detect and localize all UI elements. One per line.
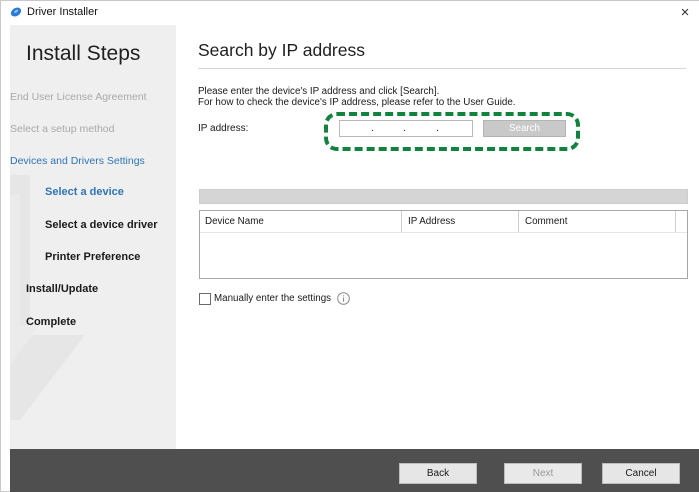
step-complete: Complete	[26, 316, 77, 328]
header-rule	[200, 232, 687, 233]
title-divider	[198, 68, 686, 69]
step-printer-preference: Printer Preference	[45, 251, 141, 263]
close-icon: ×	[680, 4, 690, 21]
column-divider	[675, 211, 676, 232]
step-select-device: Select a device	[45, 186, 124, 198]
manual-settings-checkbox[interactable]	[199, 293, 211, 305]
column-header-device-name[interactable]: Device Name	[205, 216, 264, 227]
search-progress-bar	[199, 189, 688, 204]
cancel-button[interactable]: Cancel	[602, 463, 680, 484]
column-header-ip-address[interactable]: IP Address	[408, 216, 455, 227]
column-header-comment[interactable]: Comment	[525, 216, 567, 227]
column-divider	[401, 211, 402, 232]
sidebar-title: Install Steps	[26, 42, 141, 65]
step-eula: End User License Agreement	[10, 91, 147, 103]
page-title: Search by IP address	[198, 40, 365, 60]
ip-search-highlight	[324, 112, 580, 151]
back-button[interactable]: Back	[399, 463, 477, 484]
close-button[interactable]: ×	[673, 2, 697, 24]
step-setup-method: Select a setup method	[10, 123, 115, 135]
step-devices-drivers: Devices and Drivers Settings	[10, 155, 145, 167]
window-title: Driver Installer	[27, 6, 98, 18]
step-install-update: Install/Update	[26, 283, 99, 295]
install-steps-sidebar: Install Steps End User License Agreement…	[10, 25, 176, 449]
instruction-line-1: Please enter the device's IP address and…	[198, 86, 440, 97]
driver-installer-window: Driver Installer × Install Steps End Use…	[0, 0, 699, 492]
device-list-table[interactable]: Device Name IP Address Comment	[199, 210, 688, 279]
driver-installer-logo-icon	[10, 7, 22, 17]
step-select-driver: Select a device driver	[45, 219, 158, 231]
next-button[interactable]: Next	[504, 463, 582, 484]
column-divider	[518, 211, 519, 232]
sidebar-arrow-watermark	[10, 175, 85, 420]
main-panel: Search by IP address Please enter the de…	[176, 25, 699, 449]
manual-settings-label[interactable]: Manually enter the settings	[214, 293, 331, 304]
footer-bar: Back Next Cancel	[10, 449, 699, 492]
info-icon[interactable]	[337, 292, 350, 305]
ip-address-label: IP address:	[198, 123, 249, 134]
instruction-line-2: For how to check the device's IP address…	[198, 97, 516, 108]
title-bar: Driver Installer ×	[1, 1, 699, 25]
